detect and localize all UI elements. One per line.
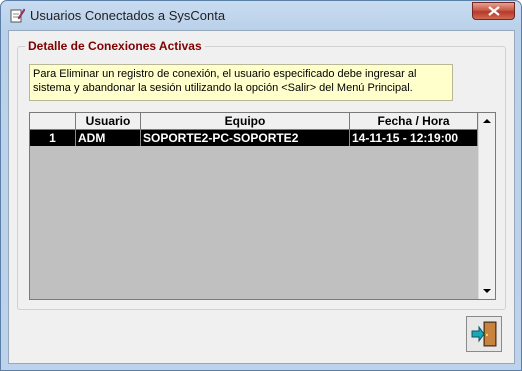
row-index: 1: [30, 130, 76, 146]
cell-fecha-hora[interactable]: 14-11-15 - 12:19:00: [350, 130, 478, 146]
info-message: Para Eliminar un registro de conexión, e…: [29, 64, 453, 101]
close-x-icon: [488, 6, 500, 16]
window-title: Usuarios Conectados a SysConta: [30, 8, 226, 23]
title-bar[interactable]: Usuarios Conectados a SysConta: [1, 1, 521, 29]
vertical-scrollbar[interactable]: [478, 113, 495, 299]
client-area: Detalle de Conexiones Activas Para Elimi…: [8, 30, 515, 364]
exit-door-icon: [471, 321, 497, 347]
connections-groupbox: Detalle de Conexiones Activas Para Elimi…: [17, 39, 506, 310]
report-edit-icon: [9, 7, 26, 23]
group-title: Detalle de Conexiones Activas: [25, 39, 205, 53]
header-equipo[interactable]: Equipo: [141, 113, 350, 129]
grid-header: Usuario Equipo Fecha / Hora: [30, 113, 478, 130]
table-row[interactable]: 1 ADM SOPORTE2-PC-SOPORTE2 14-11-15 - 12…: [30, 130, 478, 146]
main-window: Usuarios Conectados a SysConta Detalle d…: [0, 0, 522, 371]
header-usuario[interactable]: Usuario: [76, 113, 141, 129]
exit-button[interactable]: [466, 316, 502, 352]
arrow-down-icon: [483, 289, 491, 293]
cell-usuario[interactable]: ADM: [76, 130, 141, 146]
scroll-down-button[interactable]: [479, 283, 495, 299]
cell-equipo[interactable]: SOPORTE2-PC-SOPORTE2: [141, 130, 350, 146]
close-button[interactable]: [472, 2, 515, 20]
scroll-up-button[interactable]: [479, 113, 495, 129]
header-fecha-hora[interactable]: Fecha / Hora: [350, 113, 478, 129]
arrow-up-icon: [483, 119, 491, 123]
connections-grid[interactable]: Usuario Equipo Fecha / Hora 1 ADM SOPORT…: [29, 112, 496, 300]
header-row-indicator: [30, 113, 76, 129]
